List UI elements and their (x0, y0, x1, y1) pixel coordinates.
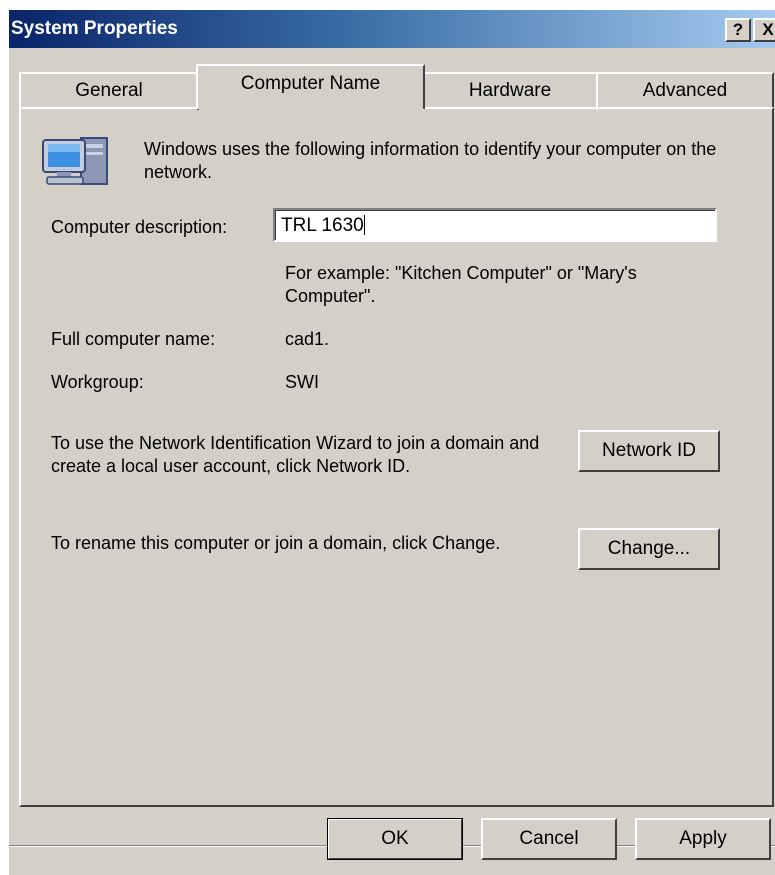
rename-text: To rename this computer or join a domain… (51, 533, 501, 553)
full-computer-name-value: cad1. (285, 329, 330, 349)
computer-description-label: Computer description: (51, 217, 228, 237)
cancel-button[interactable]: Cancel (481, 818, 617, 860)
title-bar[interactable]: System Properties ? X (9, 10, 775, 48)
help-button[interactable]: ? (725, 18, 751, 42)
system-properties-dialog: System Properties ? X General Hardware A… (9, 10, 775, 875)
tab-general[interactable]: General (19, 72, 199, 110)
tab-computer-name[interactable]: Computer Name (196, 64, 425, 109)
workgroup-label: Workgroup: (51, 372, 144, 392)
tab-advanced[interactable]: Advanced (596, 72, 774, 110)
computer-description-value: TRL 1630 (281, 215, 364, 236)
workgroup-value: SWI (285, 372, 319, 392)
computer-icon (42, 137, 108, 185)
computer-description-input[interactable]: TRL 1630 (273, 208, 717, 242)
close-button[interactable]: X (753, 18, 775, 42)
example-text: For example: "Kitchen Computer" or "Mary… (285, 263, 637, 306)
tab-hardware[interactable]: Hardware (422, 72, 598, 110)
apply-button[interactable]: Apply (635, 818, 771, 860)
window-title: System Properties (11, 18, 178, 39)
ok-button[interactable]: OK (327, 818, 463, 860)
intro-text: Windows uses the following information t… (144, 139, 717, 182)
full-computer-name-label: Full computer name: (51, 329, 216, 349)
change-button[interactable]: Change... (578, 528, 720, 570)
text-caret (363, 215, 365, 235)
network-id-button[interactable]: Network ID (578, 430, 720, 472)
network-id-text: To use the Network Identification Wizard… (51, 433, 540, 476)
